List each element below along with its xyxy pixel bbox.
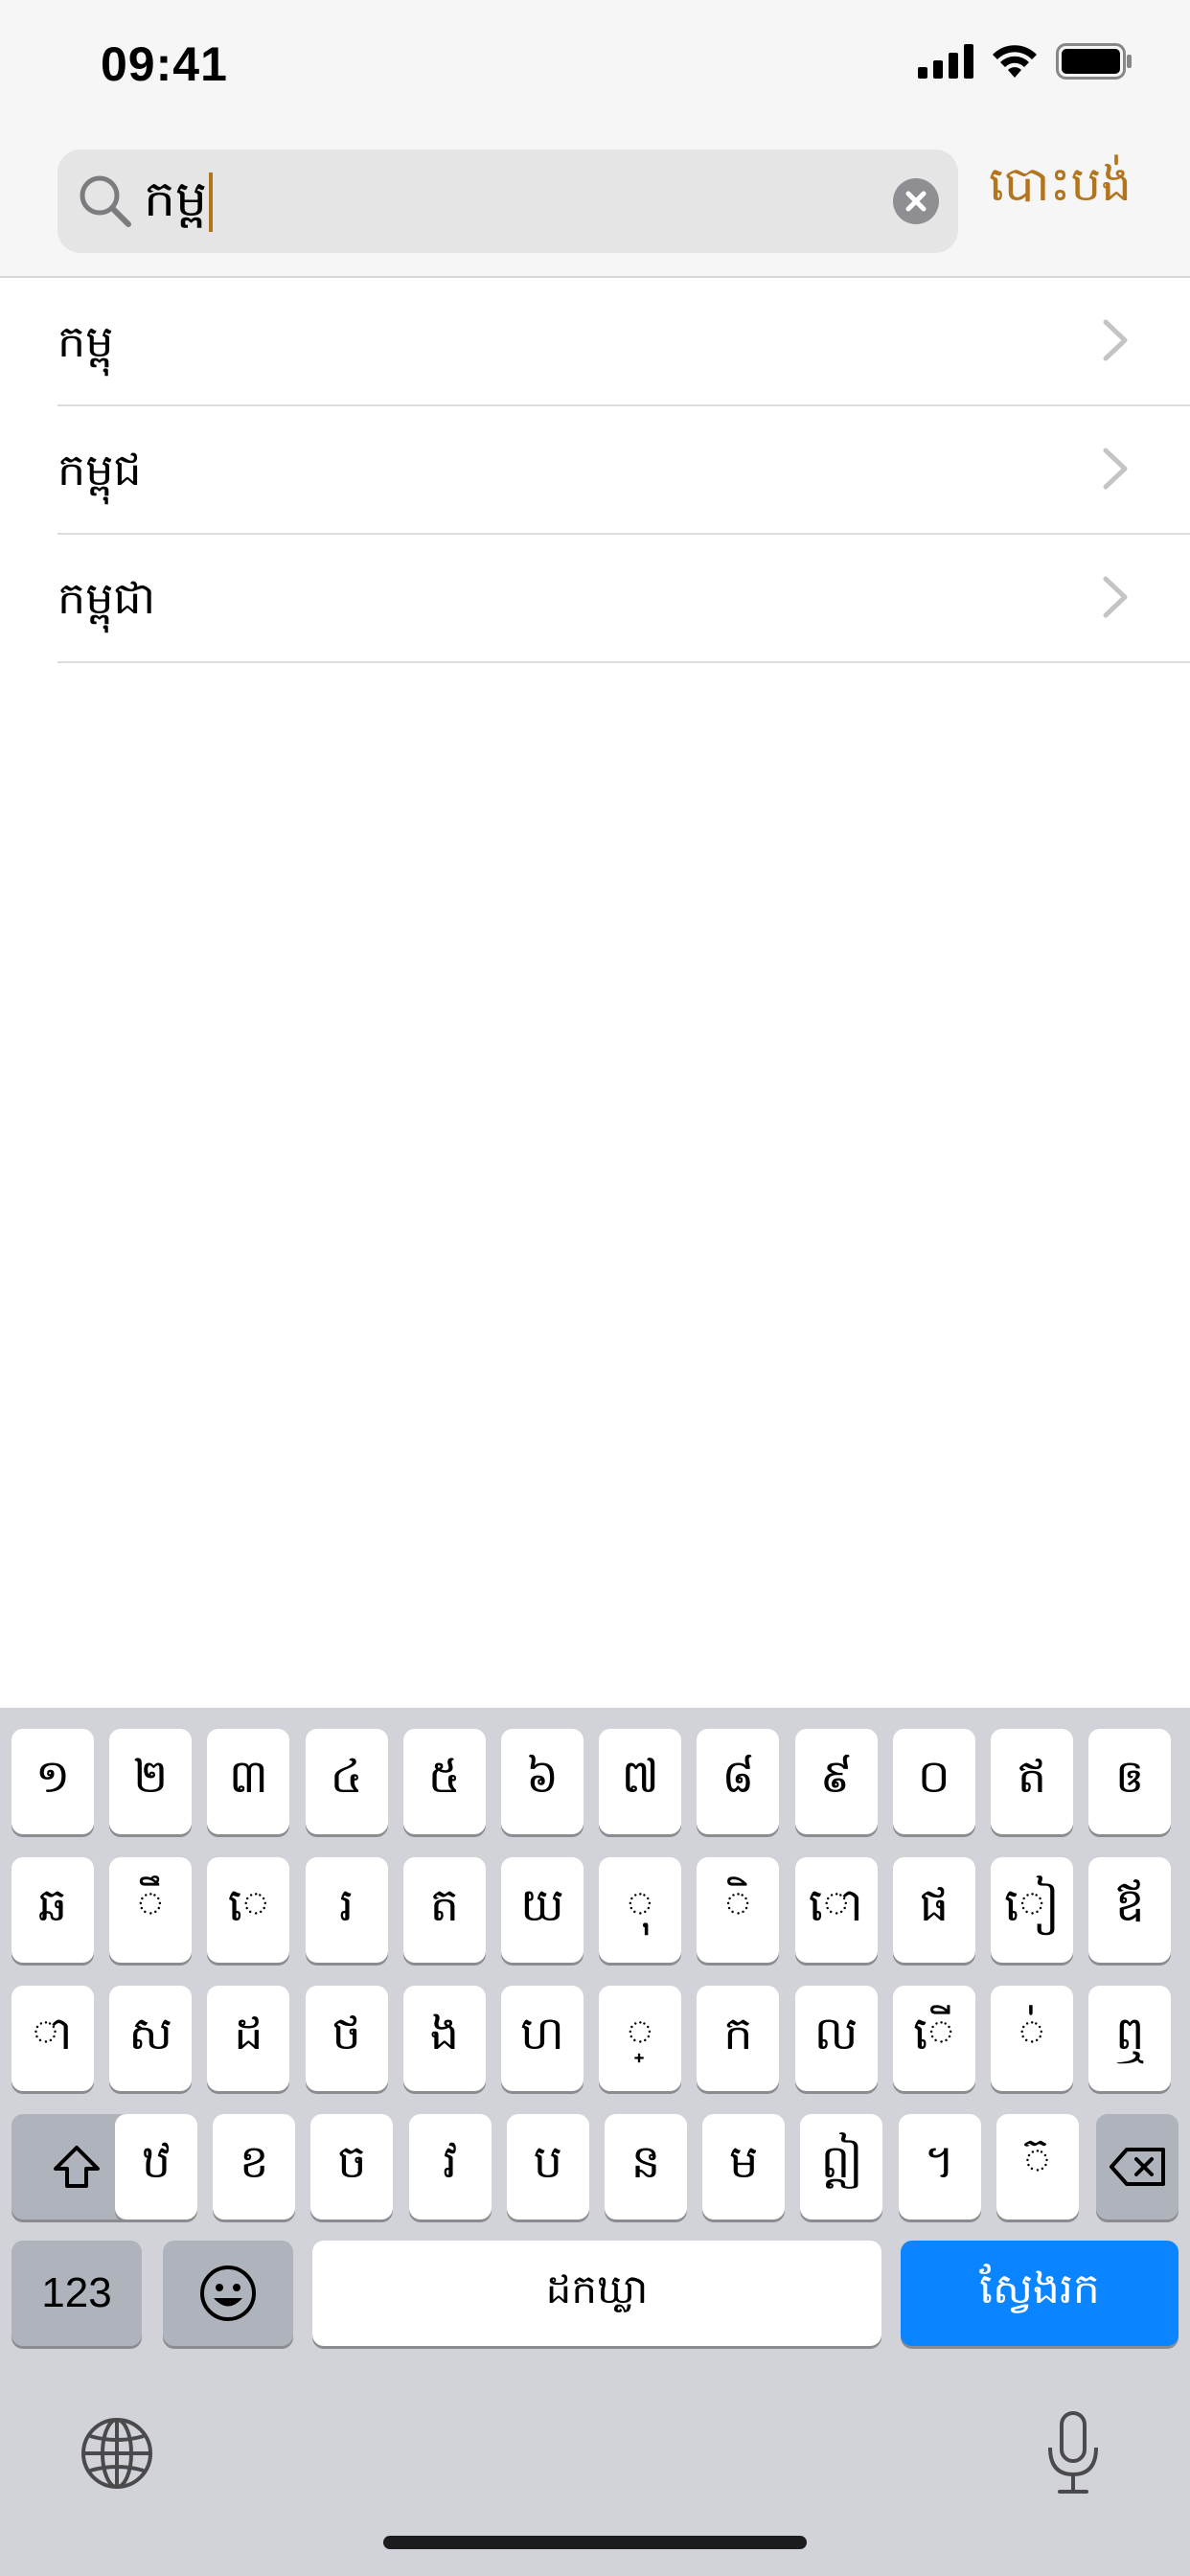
- keyboard-key[interactable]: ន: [605, 2114, 687, 2220]
- keyboard-key[interactable]: ៤: [305, 1729, 388, 1834]
- keyboard-key[interactable]: ច: [310, 2114, 394, 2220]
- keyboard-key[interactable]: ោ: [794, 1857, 878, 1963]
- keyboard-key[interactable]: ឦ: [800, 2114, 883, 2220]
- keyboard-key[interactable]: ។: [898, 2114, 981, 2220]
- list-item[interactable]: កម្ពុជា: [57, 535, 1190, 663]
- keyboard-key[interactable]: ុ: [599, 1857, 682, 1963]
- keyboard-key[interactable]: ម: [702, 2114, 786, 2220]
- keyboard-key[interactable]: ៥: [402, 1729, 486, 1834]
- globe-icon[interactable]: [79, 2415, 155, 2492]
- chevron-right-icon: [1103, 319, 1128, 361]
- keyboard-key[interactable]: ៀ: [991, 1857, 1073, 1963]
- keyboard-key[interactable]: ហ: [501, 1986, 584, 2091]
- keyboard-row-1: ១២៣៤៥៦៧៨៩០ឥឲ: [0, 1729, 1190, 1836]
- status-bar: 09:41: [0, 0, 1190, 134]
- keyboard-row-3: ាសដថងហ្កលើ់ឮ: [0, 1986, 1190, 2093]
- signal-icon: [918, 44, 973, 79]
- keyboard-key[interactable]: ៣: [207, 1729, 290, 1834]
- keyboard-row-5: 123 ដកឃ្លា ស្វែងរក: [0, 2241, 1190, 2348]
- keyboard-key[interactable]: ង: [402, 1986, 486, 2091]
- keyboard-key[interactable]: ២: [109, 1729, 193, 1834]
- keyboard-key[interactable]: ៦: [501, 1729, 584, 1834]
- keyboard-key[interactable]: ០: [892, 1729, 975, 1834]
- keyboard-key[interactable]: ស: [109, 1986, 193, 2091]
- keyboard: ១២៣៤៥៦៧៨៩០ឥឲ ឆឹេរតយុិោផៀឪ ាសដថងហ្កលើ់ឮ ឋ…: [0, 1708, 1190, 2576]
- wifi-icon: [993, 45, 1037, 78]
- keyboard-key[interactable]: ា: [11, 1986, 94, 2091]
- keyboard-key[interactable]: ៊: [995, 2114, 1079, 2220]
- keyboard-key[interactable]: វ: [408, 2114, 492, 2220]
- status-icons: [918, 43, 1133, 80]
- list-item[interactable]: កម្ពុ: [57, 278, 1190, 406]
- keyboard-key[interactable]: ដ: [207, 1986, 290, 2091]
- keyboard-key[interactable]: ឹ: [109, 1857, 193, 1963]
- keyboard-key[interactable]: ខ: [213, 2114, 296, 2220]
- keyboard-row-2: ឆឹេរតយុិោផៀឪ: [0, 1857, 1190, 1965]
- keyboard-key[interactable]: ឋ: [115, 2114, 197, 2220]
- cancel-button[interactable]: បោះបង់: [989, 153, 1132, 215]
- emoji-icon: [200, 2266, 256, 2321]
- list-item-label: កម្ពុជា: [57, 572, 156, 624]
- list-item-label: កម្ពុជ: [57, 444, 142, 495]
- keyboard-key[interactable]: យ: [501, 1857, 584, 1963]
- keyboard-key[interactable]: ផ: [892, 1857, 975, 1963]
- keyboard-key[interactable]: ១: [11, 1729, 94, 1834]
- numbers-key[interactable]: 123: [11, 2241, 142, 2346]
- keyboard-row-4: ឋខចវបនមឦ។៊: [0, 2114, 1190, 2221]
- keyboard-key[interactable]: ្: [599, 1986, 682, 2091]
- keyboard-key[interactable]: ើ: [892, 1986, 975, 2091]
- list-item[interactable]: កម្ពុជ: [57, 406, 1190, 535]
- chevron-right-icon: [1103, 576, 1128, 618]
- keyboard-key[interactable]: ៨: [697, 1729, 780, 1834]
- keyboard-key[interactable]: ល: [794, 1986, 878, 2091]
- text-caret: [209, 172, 214, 232]
- emoji-key[interactable]: [163, 2241, 293, 2346]
- keyboard-key[interactable]: ឪ: [1088, 1857, 1172, 1963]
- keyboard-key[interactable]: ឮ: [1088, 1986, 1172, 2091]
- search-query-text: កម្ព: [144, 169, 214, 232]
- keyboard-key[interactable]: ឥ: [991, 1729, 1073, 1834]
- delete-key[interactable]: [1096, 2114, 1179, 2220]
- keyboard-key[interactable]: េ: [207, 1857, 290, 1963]
- clear-icon[interactable]: [893, 178, 939, 224]
- backspace-icon: [1110, 2148, 1165, 2186]
- home-indicator: [383, 2536, 807, 2549]
- keyboard-key[interactable]: ិ: [697, 1857, 780, 1963]
- keyboard-key[interactable]: ៧: [599, 1729, 682, 1834]
- battery-icon: [1056, 43, 1132, 80]
- keyboard-key[interactable]: ប: [506, 2114, 589, 2220]
- microphone-icon[interactable]: [1042, 2409, 1104, 2497]
- search-results-list: កម្ពុ កម្ពុជ កម្ពុជា: [0, 278, 1190, 663]
- keyboard-key[interactable]: រ: [305, 1857, 388, 1963]
- keyboard-key[interactable]: ឲ: [1088, 1729, 1172, 1834]
- chevron-right-icon: [1103, 448, 1128, 490]
- keyboard-key[interactable]: ថ: [305, 1986, 388, 2091]
- search-query: កម្ព: [144, 171, 208, 228]
- search-icon: [80, 175, 131, 227]
- shift-icon: [54, 2146, 100, 2188]
- keyboard-key[interactable]: ់: [991, 1986, 1073, 2091]
- search-header: កម្ព បោះបង់: [0, 134, 1190, 278]
- search-key[interactable]: ស្វែងរក: [901, 2241, 1179, 2346]
- keyboard-key[interactable]: ៩: [794, 1729, 878, 1834]
- search-input[interactable]: កម្ព: [57, 150, 958, 253]
- keyboard-key[interactable]: ក: [697, 1986, 780, 2091]
- keyboard-key[interactable]: ត: [402, 1857, 486, 1963]
- space-key[interactable]: ដកឃ្លា: [312, 2241, 881, 2346]
- status-time: 09:41: [101, 37, 228, 91]
- list-item-label: កម្ពុ: [57, 315, 114, 367]
- keyboard-key[interactable]: ឆ: [11, 1857, 94, 1963]
